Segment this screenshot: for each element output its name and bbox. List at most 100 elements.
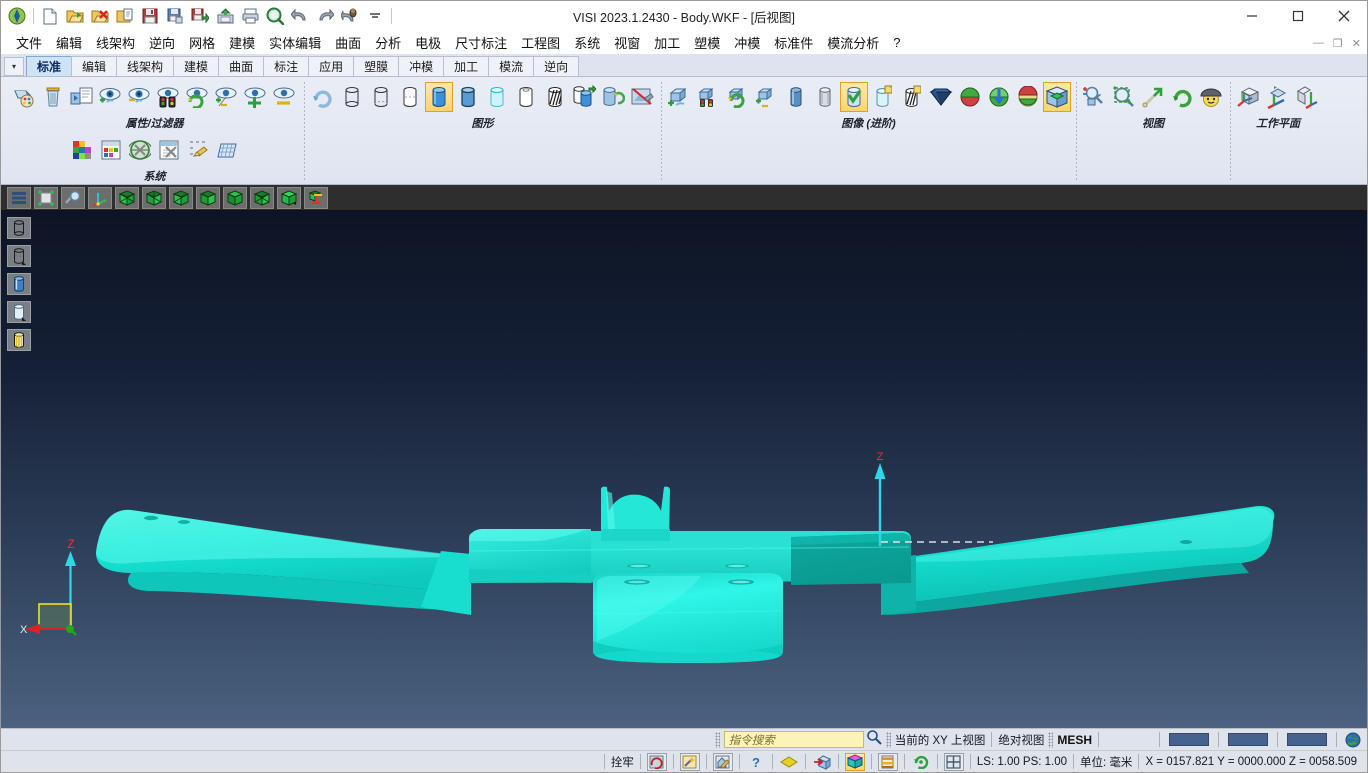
magic-wand-icon[interactable] bbox=[679, 752, 700, 771]
trash-icon[interactable] bbox=[39, 82, 67, 112]
magenta-cube-icon[interactable] bbox=[844, 752, 865, 771]
perspective-icon[interactable] bbox=[1197, 82, 1225, 112]
new-file-icon[interactable] bbox=[38, 4, 62, 28]
zoom-window-icon[interactable] bbox=[1110, 82, 1138, 112]
view-wcs-icon[interactable] bbox=[304, 186, 328, 209]
color-grid-icon[interactable] bbox=[68, 135, 96, 165]
save-all-icon[interactable] bbox=[188, 4, 212, 28]
sidebar-shaded-icon[interactable] bbox=[7, 273, 31, 295]
customize-dropdown-icon[interactable] bbox=[363, 4, 387, 28]
tab-surface[interactable]: 曲面 bbox=[218, 56, 265, 76]
menu-item-flow-analysis[interactable]: 模流分析 bbox=[820, 31, 886, 54]
command-search-input[interactable]: 指令搜索 bbox=[723, 731, 864, 748]
lock-label[interactable]: 拴牢 bbox=[611, 754, 634, 770]
save-as-icon[interactable] bbox=[163, 4, 187, 28]
menu-item-dimension[interactable]: 尺寸标注 bbox=[448, 31, 514, 54]
menu-item-help[interactable]: ? bbox=[886, 33, 907, 52]
globe-icon[interactable] bbox=[1343, 731, 1363, 749]
export-icon[interactable] bbox=[213, 4, 237, 28]
home-snap-icon[interactable] bbox=[712, 752, 733, 771]
box-plusminus-icon[interactable] bbox=[753, 82, 781, 112]
menu-item-solid-edit[interactable]: 实体编辑 bbox=[262, 31, 328, 54]
grid-plane-icon[interactable] bbox=[213, 135, 241, 165]
mdi-restore-button[interactable]: ❐ bbox=[1333, 37, 1343, 50]
print-icon[interactable] bbox=[238, 4, 262, 28]
hidden-line-icon[interactable] bbox=[396, 82, 424, 112]
wcs-align-icon[interactable] bbox=[1264, 82, 1292, 112]
tab-annotation[interactable]: 标注 bbox=[263, 56, 310, 76]
box-arrow-icon[interactable] bbox=[812, 753, 832, 771]
search-icon[interactable] bbox=[866, 729, 882, 750]
entity-grip[interactable] bbox=[1048, 731, 1054, 748]
shaded-edges-icon[interactable] bbox=[454, 82, 482, 112]
check-cyl-icon[interactable] bbox=[840, 82, 868, 112]
close-file-icon[interactable] bbox=[88, 4, 112, 28]
close-button[interactable] bbox=[1321, 1, 1367, 31]
tab-standard[interactable]: 标准 bbox=[26, 56, 73, 76]
mdi-close-button[interactable]: ✕ bbox=[1352, 37, 1361, 50]
view-bottom-icon[interactable] bbox=[250, 186, 274, 209]
menu-item-reverse[interactable]: 逆向 bbox=[142, 31, 182, 54]
ribbon-dropdown-icon[interactable]: ▾ bbox=[4, 57, 24, 76]
menu-item-file[interactable]: 文件 bbox=[9, 31, 49, 54]
three-d-model[interactable]: Z bbox=[1, 211, 1367, 728]
render-icon[interactable] bbox=[570, 82, 598, 112]
outline-icon[interactable] bbox=[512, 82, 540, 112]
menu-item-surface[interactable]: 曲面 bbox=[328, 31, 368, 54]
image-off-icon[interactable] bbox=[628, 82, 656, 112]
fit-view-icon[interactable] bbox=[34, 186, 58, 209]
tab-mold[interactable]: 塑膜 bbox=[353, 56, 400, 76]
search-grip[interactable] bbox=[714, 731, 720, 748]
menu-item-drawing[interactable]: 工程图 bbox=[514, 31, 567, 54]
menu-item-die[interactable]: 冲模 bbox=[727, 31, 767, 54]
grid-snap-icon[interactable] bbox=[646, 752, 667, 771]
eye-plus-icon[interactable] bbox=[242, 82, 270, 112]
macro-icon[interactable] bbox=[338, 4, 362, 28]
wcs-define-icon[interactable] bbox=[1235, 82, 1263, 112]
minimize-button[interactable] bbox=[1229, 1, 1275, 31]
menu-item-system[interactable]: 系统 bbox=[567, 31, 607, 54]
menu-item-analysis[interactable]: 分析 bbox=[368, 31, 408, 54]
menu-item-window[interactable]: 视窗 bbox=[607, 31, 647, 54]
axis-view-icon[interactable] bbox=[88, 186, 112, 209]
view-state-grip[interactable] bbox=[885, 731, 891, 748]
view-right-icon[interactable] bbox=[196, 186, 220, 209]
maximize-button[interactable] bbox=[1275, 1, 1321, 31]
cube-green-icon[interactable] bbox=[1043, 82, 1071, 112]
box-refresh-icon[interactable] bbox=[724, 82, 752, 112]
shaded-icon[interactable] bbox=[425, 82, 453, 112]
tab-edit[interactable]: 编辑 bbox=[71, 56, 118, 76]
refresh-view-icon[interactable] bbox=[309, 82, 337, 112]
eye-minus-icon[interactable] bbox=[271, 82, 299, 112]
layers-list-icon[interactable] bbox=[7, 186, 31, 209]
menu-item-wireframe[interactable]: 线架构 bbox=[89, 31, 142, 54]
hatch-icon[interactable] bbox=[541, 82, 569, 112]
sidebar-transparent-icon[interactable] bbox=[7, 301, 31, 323]
help-icon[interactable]: ? bbox=[746, 753, 766, 771]
tab-wireframe[interactable]: 线架构 bbox=[116, 56, 175, 76]
note-cyl-icon[interactable] bbox=[869, 82, 897, 112]
solid-gray-cyl-icon[interactable] bbox=[811, 82, 839, 112]
eye-plusminus-icon[interactable] bbox=[213, 82, 241, 112]
tab-application[interactable]: 应用 bbox=[308, 56, 355, 76]
sidebar-hidden-icon[interactable] bbox=[7, 245, 31, 267]
pan-icon[interactable] bbox=[1139, 82, 1167, 112]
view-iso-icon[interactable] bbox=[277, 186, 301, 209]
undo-icon[interactable] bbox=[288, 4, 312, 28]
wcs-move-icon[interactable] bbox=[1293, 82, 1321, 112]
hatch-note-icon[interactable] bbox=[898, 82, 926, 112]
eye-traffic-light-icon[interactable] bbox=[155, 82, 183, 112]
app-logo-icon[interactable] bbox=[5, 4, 29, 28]
diamond-icon[interactable] bbox=[779, 753, 799, 771]
config-tools-icon[interactable] bbox=[155, 135, 183, 165]
zoom-inout-icon[interactable] bbox=[1081, 82, 1109, 112]
tab-modeling[interactable]: 建模 bbox=[173, 56, 220, 76]
tab-machining[interactable]: 加工 bbox=[443, 56, 490, 76]
transparent-icon[interactable] bbox=[483, 82, 511, 112]
rotate-view-icon[interactable] bbox=[1168, 82, 1196, 112]
tab-reverse[interactable]: 逆向 bbox=[533, 56, 580, 76]
sphere-arrow-icon[interactable] bbox=[985, 82, 1013, 112]
open-file-icon[interactable] bbox=[63, 4, 87, 28]
color-palette-icon[interactable] bbox=[10, 82, 38, 112]
settings-globe-icon[interactable] bbox=[126, 135, 154, 165]
